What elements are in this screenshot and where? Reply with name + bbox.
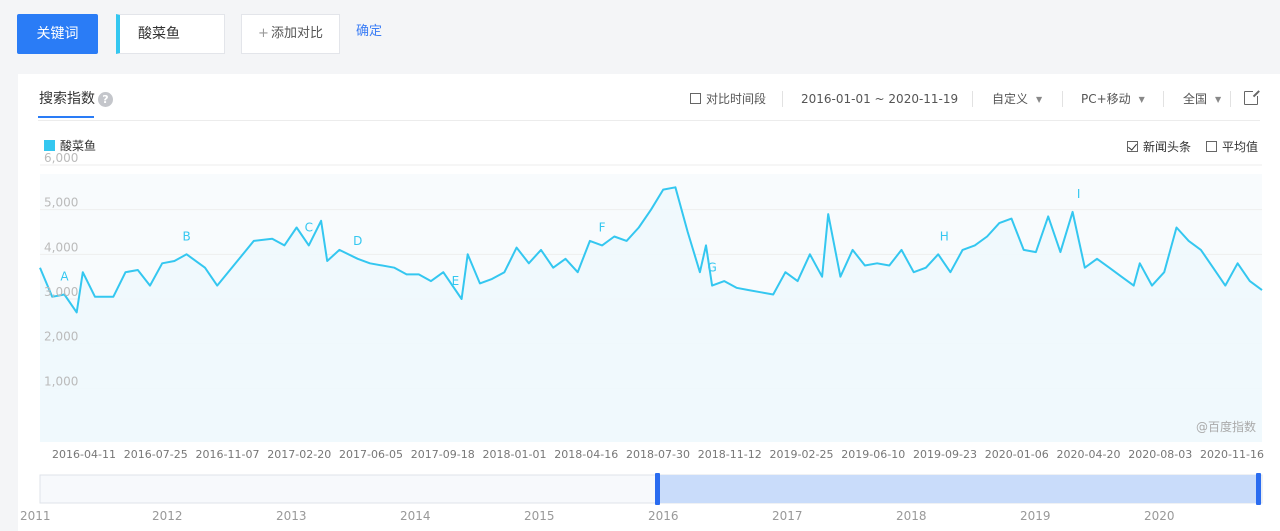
y-tick-label: 4,000 xyxy=(44,240,78,254)
keyword-input[interactable]: 酸菜鱼 xyxy=(116,14,225,54)
annotation-d: D xyxy=(353,234,362,248)
y-tick-label: 3,000 xyxy=(44,285,78,299)
annotation-a: A xyxy=(60,270,69,284)
navigator-year-label: 2016 xyxy=(648,509,679,523)
y-tick-label: 1,000 xyxy=(44,374,78,388)
x-tick-label: 2020-01-06 xyxy=(985,448,1049,461)
confirm-link[interactable]: 确定 xyxy=(356,22,382,42)
top-toolbar: 关键词 酸菜鱼 + 添加对比 确定 xyxy=(0,0,1280,74)
x-tick-label: 2019-06-10 xyxy=(841,448,905,461)
navigator-handle-right xyxy=(1256,473,1261,505)
navigator-year-label: 2017 xyxy=(772,509,803,523)
x-tick-label: 2019-02-25 xyxy=(770,448,834,461)
annotation-g: G xyxy=(707,261,716,275)
x-tick-label: 2017-09-18 xyxy=(411,448,475,461)
annotation-f: F xyxy=(599,220,606,234)
x-tick-label: 2016-07-25 xyxy=(124,448,188,461)
annotation-e: E xyxy=(452,274,460,288)
x-axis-labels: 2016-04-11 2016-07-25 2016-11-07 2017-02-20… xyxy=(52,448,1264,461)
navigator-year-label: 2019 xyxy=(1020,509,1051,523)
x-tick-label: 2017-06-05 xyxy=(339,448,403,461)
annotation-h: H xyxy=(940,229,949,243)
search-index-chart[interactable]: 1,000 2,000 3,000 4,000 5,000 6,000 A B C D E F G H I… xyxy=(18,74,1280,531)
navigator-year-label: 2015 xyxy=(524,509,555,523)
annotation-i: I xyxy=(1077,187,1081,201)
navigator-selection xyxy=(658,475,1259,503)
navigator-year-label: 2013 xyxy=(276,509,307,523)
keyword-button[interactable]: 关键词 xyxy=(17,14,98,54)
x-tick-label: 2018-07-30 xyxy=(626,448,690,461)
search-index-panel: 搜索指数 ? 对比时间段 2016-01-01 ~ 2020-11-19 自定义… xyxy=(18,74,1280,531)
x-tick-label: 2018-11-12 xyxy=(698,448,762,461)
navigator-year-label: 2018 xyxy=(896,509,927,523)
navigator-year-label: 2014 xyxy=(400,509,431,523)
y-tick-label: 5,000 xyxy=(44,196,78,210)
x-tick-label: 2016-04-11 xyxy=(52,448,116,461)
time-navigator[interactable]: 2011 2012 2013 2014 2015 2016 2017 2018 2019 2020 xyxy=(20,473,1263,523)
x-tick-label: 2020-08-03 xyxy=(1128,448,1192,461)
x-tick-label: 2018-01-01 xyxy=(483,448,547,461)
y-tick-label: 2,000 xyxy=(44,330,78,344)
x-tick-label: 2018-04-16 xyxy=(554,448,618,461)
navigator-year-label: 2011 xyxy=(20,509,51,523)
watermark: @百度指数 xyxy=(1196,420,1257,434)
navigator-year-label: 2020 xyxy=(1144,509,1175,523)
plus-icon: + xyxy=(258,26,269,41)
y-tick-label: 6,000 xyxy=(44,151,78,165)
navigator-year-label: 2012 xyxy=(152,509,183,523)
annotation-b: B xyxy=(183,229,191,243)
x-tick-label: 2019-09-23 xyxy=(913,448,977,461)
x-tick-label: 2016-11-07 xyxy=(196,448,260,461)
x-tick-label: 2020-11-16 xyxy=(1200,448,1264,461)
add-compare-button[interactable]: + 添加对比 xyxy=(241,14,340,54)
x-tick-label: 2020-04-20 xyxy=(1057,448,1121,461)
add-compare-label: 添加对比 xyxy=(270,26,323,41)
navigator-handle-left xyxy=(655,473,660,505)
x-tick-label: 2017-02-20 xyxy=(267,448,331,461)
annotation-c: C xyxy=(305,220,313,234)
